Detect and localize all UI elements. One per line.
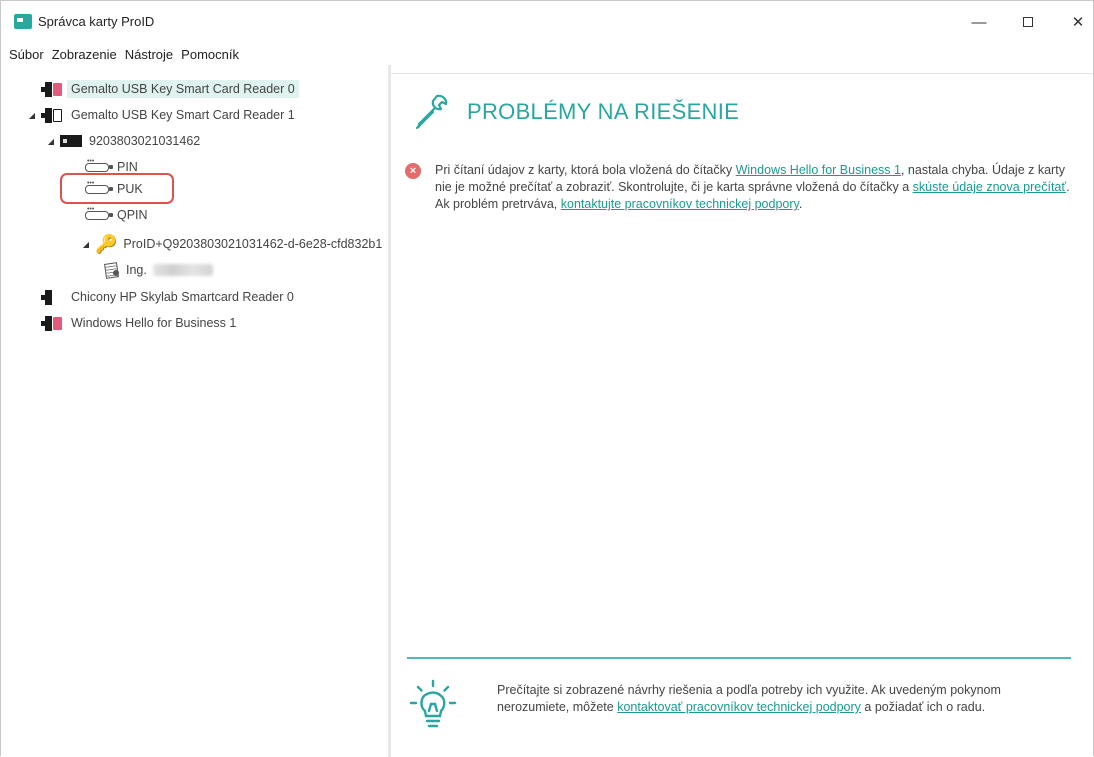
app-window: Správca karty ProID — ✕ Súbor Zobrazenie… xyxy=(0,0,1094,757)
tree-item-label: QPIN xyxy=(117,208,148,222)
detail-panel: PROBLÉMY NA RIEŠENIE × Pri čítaní údajov… xyxy=(391,73,1093,757)
title-bar: Správca karty ProID — ✕ xyxy=(1,1,1093,43)
collapse-arrow-icon[interactable]: ◢ xyxy=(27,111,37,120)
tree-item-label: ProID+Q9203803021031462-d-6e28-cfd832b1 xyxy=(123,237,383,251)
maximize-icon xyxy=(1023,17,1033,27)
tree-item-label: Gemalto USB Key Smart Card Reader 0 xyxy=(67,80,299,98)
tree-item-label: PUK xyxy=(117,182,143,196)
card-reader-icon xyxy=(41,107,63,123)
contact-support-link[interactable]: kontaktovať pracovníkov technickej podpo… xyxy=(617,700,861,714)
tree-item-label: Ing. xyxy=(126,263,147,277)
tree-item-card[interactable]: ◢ 9203803021031462 xyxy=(46,130,200,152)
key-star-icon: 🔑 xyxy=(95,234,118,254)
device-tree: Gemalto USB Key Smart Card Reader 0 ◢ Ge… xyxy=(1,65,388,757)
tree-item-reader-1[interactable]: ◢ Gemalto USB Key Smart Card Reader 1 xyxy=(27,104,295,126)
minimize-button[interactable]: — xyxy=(964,9,994,35)
tip-text: Prečítajte si zobrazené návrhy riešenia … xyxy=(497,682,1069,716)
page-title: PROBLÉMY NA RIEŠENIE xyxy=(467,99,740,124)
menu-tools[interactable]: Nástroje xyxy=(125,47,173,62)
retry-read-link[interactable]: skúste údaje znova prečítať xyxy=(913,180,1066,194)
menu-view[interactable]: Zobrazenie xyxy=(52,47,117,62)
pin-keyboard-icon xyxy=(85,206,113,220)
tree-item-label: 9203803021031462 xyxy=(89,134,201,148)
menu-help[interactable]: Pomocník xyxy=(181,47,239,62)
tree-item-reader-0[interactable]: Gemalto USB Key Smart Card Reader 0 xyxy=(27,78,299,100)
tree-item-reader-windows-hello[interactable]: Windows Hello for Business 1 xyxy=(27,312,236,334)
reader-link[interactable]: Windows Hello for Business 1 xyxy=(736,163,901,177)
wrench-icon xyxy=(415,94,448,130)
tree-item-label: Gemalto USB Key Smart Card Reader 1 xyxy=(71,108,295,122)
error-message: × Pri čítaní údajov z karty, ktorá bola … xyxy=(405,162,1085,213)
menu-file[interactable]: Súbor xyxy=(9,47,44,62)
tree-item-label: Windows Hello for Business 1 xyxy=(71,316,237,330)
pin-keyboard-icon xyxy=(85,158,113,172)
pin-keyboard-icon xyxy=(85,180,113,194)
contact-support-link[interactable]: kontaktujte pracovníkov technickej podpo… xyxy=(561,197,799,211)
error-message-text: Pri čítaní údajov z karty, ktorá bola vl… xyxy=(435,162,1085,213)
card-reader-icon xyxy=(41,81,63,97)
error-icon: × xyxy=(405,163,421,179)
tip-section: Prečítajte si zobrazené návrhy riešenia … xyxy=(409,678,1069,730)
tree-item-puk[interactable]: PUK xyxy=(85,178,143,200)
certificate-icon xyxy=(104,262,120,278)
window-title: Správca karty ProID xyxy=(38,14,155,29)
tree-item-container[interactable]: ◢ 🔑 ProID+Q9203803021031462-d-6e28-cfd83… xyxy=(81,233,382,255)
maximize-button[interactable] xyxy=(1013,9,1043,35)
problem-header: PROBLÉMY NA RIEŠENIE xyxy=(411,92,739,132)
message-text: . xyxy=(798,197,803,211)
tip-divider xyxy=(407,657,1071,659)
tree-item-label: PIN xyxy=(117,160,138,174)
smart-card-icon xyxy=(60,135,82,147)
tree-item-reader-chicony[interactable]: Chicony HP Skylab Smartcard Reader 0 xyxy=(27,286,294,308)
collapse-arrow-icon[interactable]: ◢ xyxy=(46,137,56,146)
tree-item-pin[interactable]: PIN xyxy=(85,156,138,178)
card-reader-icon xyxy=(41,315,63,331)
collapse-arrow-icon[interactable]: ◢ xyxy=(81,240,91,249)
redacted-name xyxy=(152,264,213,276)
app-card-icon xyxy=(14,14,32,29)
menu-bar: Súbor Zobrazenie Nástroje Pomocník xyxy=(1,43,1093,65)
tree-item-qpin[interactable]: QPIN xyxy=(85,204,148,226)
tree-item-label: Chicony HP Skylab Smartcard Reader 0 xyxy=(71,290,294,304)
card-reader-icon xyxy=(41,289,63,305)
tree-item-certificate[interactable]: Ing. xyxy=(104,259,213,281)
close-button[interactable]: ✕ xyxy=(1063,9,1093,35)
message-text: Pri čítaní údajov z karty, ktorá bola vl… xyxy=(435,163,736,177)
lightbulb-icon xyxy=(409,679,457,728)
tip-text-part: a požiadať ich o radu. xyxy=(860,700,986,714)
